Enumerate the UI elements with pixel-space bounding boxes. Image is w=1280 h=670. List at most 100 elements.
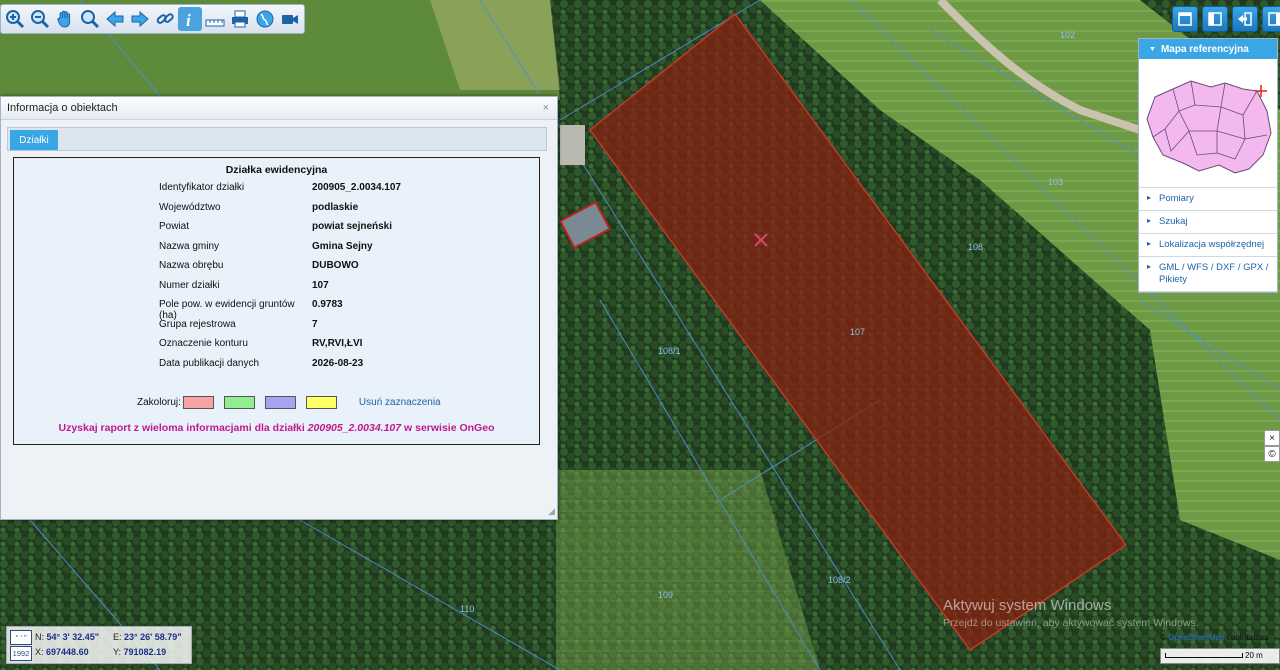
windows-activation-title: Aktywuj system Windows: [943, 597, 1112, 614]
degree-format-icon[interactable]: ° ' ": [10, 630, 32, 645]
e-label: E:: [113, 632, 122, 642]
measure-icon[interactable]: [203, 7, 227, 31]
attribute-row: Powiat powiat sejneński: [159, 221, 401, 241]
info-window: Informacja o obiektach × Działki Działka…: [0, 96, 558, 520]
attribution-prefix: ©: [1160, 633, 1169, 642]
swatch-yellow-button[interactable]: [305, 396, 337, 409]
y-label: Y:: [113, 647, 122, 657]
map-attribution: © OpenStreetMap contributors: [1160, 633, 1269, 642]
reference-panel-title: Mapa referencyjna: [1160, 43, 1249, 55]
map-parcel-label: 102: [1060, 30, 1075, 40]
attribute-key: Data publikacji danych: [159, 357, 260, 369]
attribute-row: Nazwa gminy Gmina Sejny: [159, 241, 401, 261]
coordinates-panel: ° ' " 1992 N: 54° 3' 32.45" E: 23° 26' 5…: [6, 626, 192, 664]
reference-item-lokalizacja[interactable]: Lokalizacja współrzędnej: [1139, 234, 1277, 257]
y-value: 791082.19: [123, 647, 167, 657]
attribute-key: Grupa rejestrowa: [159, 318, 236, 330]
tab-dzialki[interactable]: Działki: [10, 130, 58, 150]
export-icon[interactable]: [1232, 6, 1258, 32]
scale-label: 20 m: [1245, 651, 1263, 660]
map-parcel-label: 109: [658, 590, 673, 600]
reference-panel: ▼ Mapa referencyjna Pomiary Szukaj Lokali…: [1138, 38, 1278, 293]
attribute-value: podlaskie: [312, 201, 359, 213]
n-label: N:: [35, 632, 44, 642]
attribute-value: powiat sejneński: [312, 221, 393, 232]
attribute-key: Identyfikator działki: [159, 182, 245, 193]
swatch-green-button[interactable]: [223, 396, 255, 409]
reference-item-szukaj[interactable]: Szukaj: [1139, 211, 1277, 234]
layout-left-icon[interactable]: [1202, 6, 1228, 32]
report-prefix: Uzyskaj raport z wieloma informacjami dl…: [58, 422, 308, 434]
back-arrow-icon[interactable]: [103, 7, 127, 31]
system-1992-icon[interactable]: 1992: [10, 646, 32, 661]
close-side-icon[interactable]: ×: [1264, 430, 1280, 446]
scale-bar: 20 m: [1160, 648, 1280, 664]
layout-toolbar: [1172, 6, 1280, 32]
map-parcel-label: 103: [1048, 177, 1063, 187]
zoom-out-icon[interactable]: [28, 7, 52, 31]
info-window-title[interactable]: Informacja o obiektach: [1, 97, 557, 120]
link-icon[interactable]: [153, 7, 177, 31]
color-picker-row: Zakoloruj: Usuń zaznaczenia: [137, 396, 441, 409]
map-parcel-label: 107: [850, 327, 865, 337]
attribute-row: Data publikacji danych 2026-08-23: [159, 358, 401, 378]
windows-activation-text: Przejdź do ustawień, aby aktywować syste…: [943, 617, 1199, 629]
x-value: 697448.60: [46, 647, 89, 657]
svg-text:i: i: [186, 11, 191, 29]
tab-bar: Działki: [7, 127, 547, 151]
map-parcel-label: 110: [460, 604, 474, 614]
scale-line: [1165, 653, 1243, 658]
zoom-window-icon[interactable]: [78, 7, 102, 31]
close-icon[interactable]: ×: [543, 102, 549, 114]
attribute-row: Oznaczenie konturu RV,RVI,ŁVI: [159, 338, 401, 358]
clear-selection-link[interactable]: Usuń zaznaczenia: [359, 397, 441, 408]
attribute-key: Pole pow. w ewidencji gruntów (ha): [159, 299, 295, 321]
e-value: 23° 26' 58.79": [124, 632, 182, 642]
attribute-key: Numer działki: [159, 279, 220, 291]
parcel-info-box: Działka ewidencyjna Identyfikator działk…: [13, 157, 540, 445]
attribute-key: Oznaczenie konturu: [159, 338, 248, 349]
map-toolbar: i: [0, 4, 305, 34]
attribute-row: Nazwa obrębu DUBOWO: [159, 260, 401, 280]
attribution-suffix: contributors: [1224, 633, 1269, 642]
swatch-red-button[interactable]: [182, 396, 214, 409]
attribute-row: Identyfikator działki 200905_2.0034.107: [159, 182, 401, 202]
print-icon[interactable]: [228, 7, 252, 31]
osm-link[interactable]: OpenStreetMap: [1168, 633, 1224, 642]
fullscreen-icon[interactable]: [1262, 6, 1280, 32]
x-label: X:: [35, 647, 44, 657]
copyright-icon[interactable]: ©: [1264, 446, 1280, 462]
map-parcel-label: 108: [968, 242, 983, 252]
forward-arrow-icon[interactable]: [128, 7, 152, 31]
swatch-purple-button[interactable]: [264, 396, 296, 409]
reference-item-pomiary[interactable]: Pomiary: [1139, 188, 1277, 211]
reference-panel-header[interactable]: ▼ Mapa referencyjna: [1139, 39, 1277, 59]
report-suffix: w serwisie OnGeo: [401, 422, 495, 434]
attribute-list: Identyfikator działki 200905_2.0034.107 W…: [159, 182, 401, 377]
attribute-row: Województwo podlaskie: [159, 202, 401, 222]
resize-handle-icon[interactable]: ◢: [548, 506, 555, 517]
section-title: Działka ewidencyjna: [225, 164, 328, 176]
attribute-key: Województwo: [159, 201, 221, 213]
attribute-value: 107: [312, 279, 329, 291]
globe-icon[interactable]: [253, 7, 277, 31]
attribute-value: DUBOWO: [312, 260, 359, 271]
attribute-row: Grupa rejestrowa 7: [159, 319, 401, 339]
map-parcel-label: 108/1: [658, 346, 681, 356]
report-link[interactable]: Uzyskaj raport z wieloma informacjami dl…: [14, 422, 539, 434]
camera-icon[interactable]: [278, 7, 302, 31]
color-label: Zakoloruj:: [137, 397, 181, 408]
attribute-value: RV,RVI,ŁVI: [312, 338, 363, 349]
layout-top-icon[interactable]: [1172, 6, 1198, 32]
pan-hand-icon[interactable]: [53, 7, 77, 31]
attribute-key: Nazwa gminy: [159, 240, 220, 252]
collapse-triangle-icon: ▼: [1149, 45, 1156, 53]
map-parcel-label: 108/2: [828, 575, 851, 585]
reference-map[interactable]: [1139, 59, 1277, 188]
attribute-value: 0.9783: [312, 299, 343, 310]
attribute-row: Numer działki 107: [159, 280, 401, 300]
zoom-in-icon[interactable]: [3, 7, 27, 31]
info-icon[interactable]: i: [178, 7, 202, 31]
reference-item-gml[interactable]: GML / WFS / DXF / GPX / Pikiety: [1139, 257, 1277, 292]
attribute-key: Nazwa obrębu: [159, 260, 224, 271]
